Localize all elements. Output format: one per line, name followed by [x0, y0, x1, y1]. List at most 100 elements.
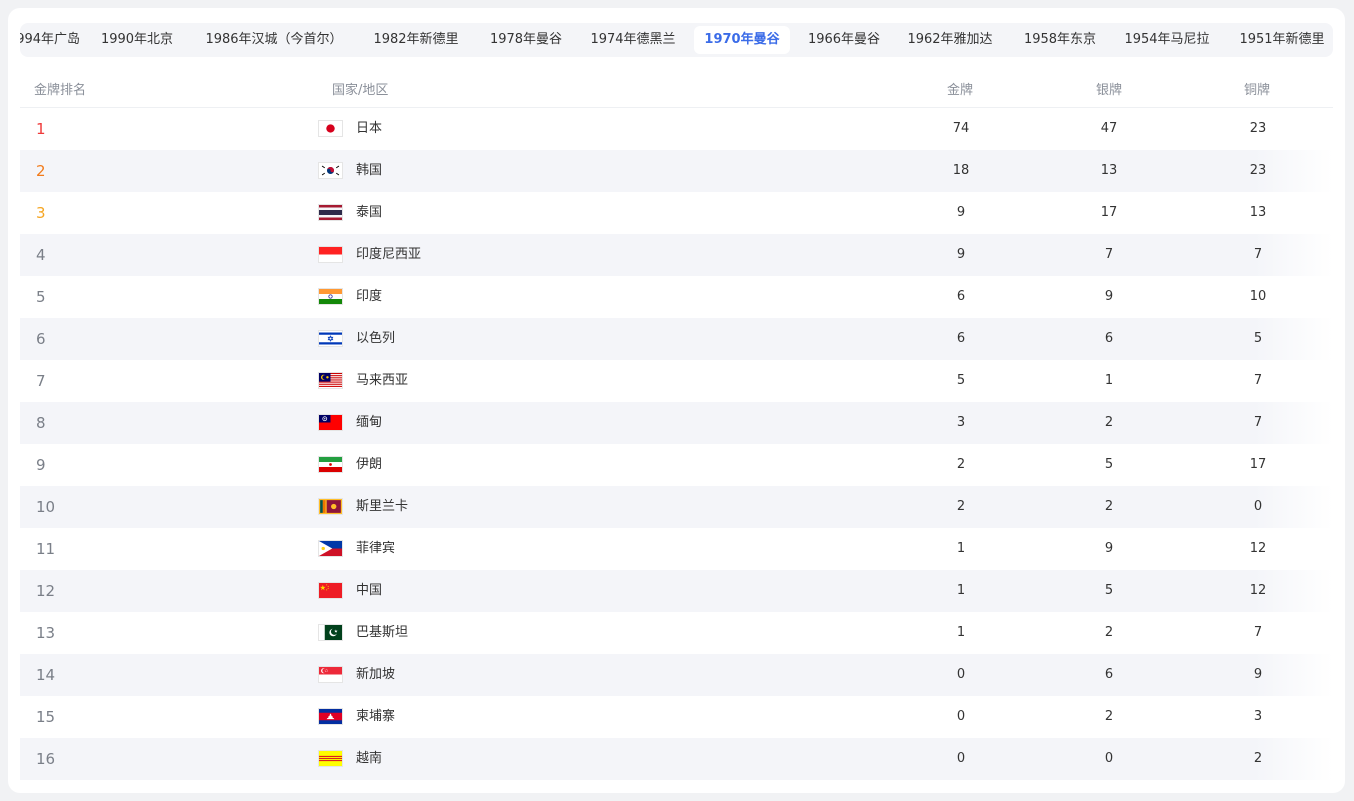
table-row: 12 中国 1 5 12: [20, 570, 1333, 612]
country-name: 以色列: [356, 331, 396, 346]
gold-count: 0: [956, 667, 966, 682]
tab-0[interactable]: 1994年广岛: [20, 26, 82, 54]
country-name: 缅甸: [356, 415, 383, 430]
gold-count: 6: [956, 289, 966, 304]
bronze-count: 17: [1249, 457, 1267, 472]
header-country: 国家/地区: [332, 83, 389, 98]
gold-count: 9: [956, 205, 966, 220]
gold-count: 6: [956, 331, 966, 346]
bronze-count: 7: [1253, 373, 1263, 388]
silver-count: 9: [1104, 541, 1114, 556]
bronze-count: 2: [1253, 751, 1263, 766]
thailand-flag-icon: [318, 204, 343, 221]
gold-count: 0: [956, 709, 966, 724]
bronze-count: 13: [1249, 205, 1267, 220]
singapore-flag-icon: [318, 666, 343, 683]
country-name: 斯里兰卡: [356, 499, 409, 514]
country-name: 日本: [356, 121, 383, 136]
tab-4[interactable]: 1978年曼谷: [479, 26, 573, 54]
country-name: 巴基斯坦: [356, 625, 409, 640]
bronze-count: 5: [1253, 331, 1263, 346]
rank-cell: 4: [36, 246, 46, 264]
south-korea-flag-icon: [318, 162, 343, 179]
header-silver: 银牌: [1096, 83, 1123, 98]
table-row: 15 柬埔寨 0 2 3: [20, 696, 1333, 738]
country-name: 印度: [356, 289, 383, 304]
medal-table-body: 1 日本 74 47 23 2 韩国 18 13 23 3 泰国 9 17 13 4 印度尼西亚 9 7 7 5 印度 6 9…: [20, 108, 1333, 780]
silver-count: 2: [1104, 709, 1114, 724]
header-rank: 金牌排名: [34, 83, 87, 98]
table-row: 7 马来西亚 5 1 7: [20, 360, 1333, 402]
table-row: 16 越南 0 0 2: [20, 738, 1333, 780]
tab-1[interactable]: 1990年北京: [90, 26, 184, 54]
tab-5[interactable]: 1974年德黑兰: [581, 26, 685, 54]
rank-cell: 6: [36, 330, 46, 348]
rank-cell: 9: [36, 456, 46, 474]
silver-count: 7: [1104, 247, 1114, 262]
table-row: 9 伊朗 2 5 17: [20, 444, 1333, 486]
country-name: 越南: [356, 751, 383, 766]
rank-cell: 11: [36, 540, 56, 558]
country-name: 中国: [356, 583, 383, 598]
table-row: 14 新加坡 0 6 9: [20, 654, 1333, 696]
table-row: 4 印度尼西亚 9 7 7: [20, 234, 1333, 276]
table-row: 10 斯里兰卡 2 2 0: [20, 486, 1333, 528]
bronze-count: 7: [1253, 415, 1263, 430]
rank-cell: 10: [36, 498, 56, 516]
table-row: 1 日本 74 47 23: [20, 108, 1333, 150]
tab-9[interactable]: 1958年东京: [1013, 26, 1107, 54]
tab-11[interactable]: 1951年新德里: [1230, 26, 1333, 54]
silver-count: 13: [1100, 163, 1118, 178]
israel-flag-icon: [318, 330, 343, 347]
rank-cell: 3: [36, 204, 46, 222]
silver-count: 2: [1104, 415, 1114, 430]
bronze-count: 9: [1253, 667, 1263, 682]
silver-count: 6: [1104, 667, 1114, 682]
tab-6[interactable]: 1970年曼谷: [694, 26, 790, 54]
rank-cell: 8: [36, 414, 46, 432]
silver-count: 1: [1104, 373, 1114, 388]
table-row: 11 菲律宾 1 9 12: [20, 528, 1333, 570]
rank-cell: 1: [36, 120, 46, 138]
country-name: 伊朗: [356, 457, 383, 472]
cambodia-flag-icon: [318, 708, 343, 725]
country-name: 泰国: [356, 205, 383, 220]
rank-cell: 15: [36, 708, 56, 726]
table-row: 6 以色列 6 6 5: [20, 318, 1333, 360]
tab-8[interactable]: 1962年雅加达: [898, 26, 1002, 54]
malaysia-flag-icon: [318, 372, 343, 389]
japan-flag-icon: [318, 120, 343, 137]
bronze-count: 23: [1249, 163, 1267, 178]
tab-7[interactable]: 1966年曼谷: [797, 26, 891, 54]
china-flag-icon: [318, 582, 343, 599]
tab-2[interactable]: 1986年汉城（今首尔）: [194, 26, 354, 54]
bronze-count: 0: [1253, 499, 1263, 514]
rank-cell: 14: [36, 666, 56, 684]
silver-count: 6: [1104, 331, 1114, 346]
bronze-count: 7: [1253, 247, 1263, 262]
country-name: 菲律宾: [356, 541, 396, 556]
silver-count: 9: [1104, 289, 1114, 304]
tab-10[interactable]: 1954年马尼拉: [1115, 26, 1219, 54]
pakistan-flag-icon: [318, 624, 343, 641]
header-gold: 金牌: [947, 83, 974, 98]
silver-count: 5: [1104, 583, 1114, 598]
gold-count: 74: [952, 121, 970, 136]
games-year-tabs[interactable]: 1994年广岛 1990年北京 1986年汉城（今首尔） 1982年新德里 1978年曼…: [20, 23, 1333, 57]
table-header: 金牌排名 国家/地区 金牌 银牌 铜牌: [20, 74, 1333, 108]
indonesia-flag-icon: [318, 246, 343, 263]
table-row: 13 巴基斯坦 1 2 7: [20, 612, 1333, 654]
silver-count: 5: [1104, 457, 1114, 472]
rank-cell: 12: [36, 582, 56, 600]
silver-count: 2: [1104, 625, 1114, 640]
gold-count: 1: [956, 541, 966, 556]
header-bronze: 铜牌: [1244, 83, 1271, 98]
myanmar-flag-icon: [318, 414, 343, 431]
table-row: 5 印度 6 9 10: [20, 276, 1333, 318]
country-name: 柬埔寨: [356, 709, 396, 724]
medal-table-card: 1994年广岛 1990年北京 1986年汉城（今首尔） 1982年新德里 1978年曼…: [8, 8, 1345, 793]
silver-count: 17: [1100, 205, 1118, 220]
bronze-count: 7: [1253, 625, 1263, 640]
tab-3[interactable]: 1982年新德里: [364, 26, 468, 54]
gold-count: 2: [956, 457, 966, 472]
